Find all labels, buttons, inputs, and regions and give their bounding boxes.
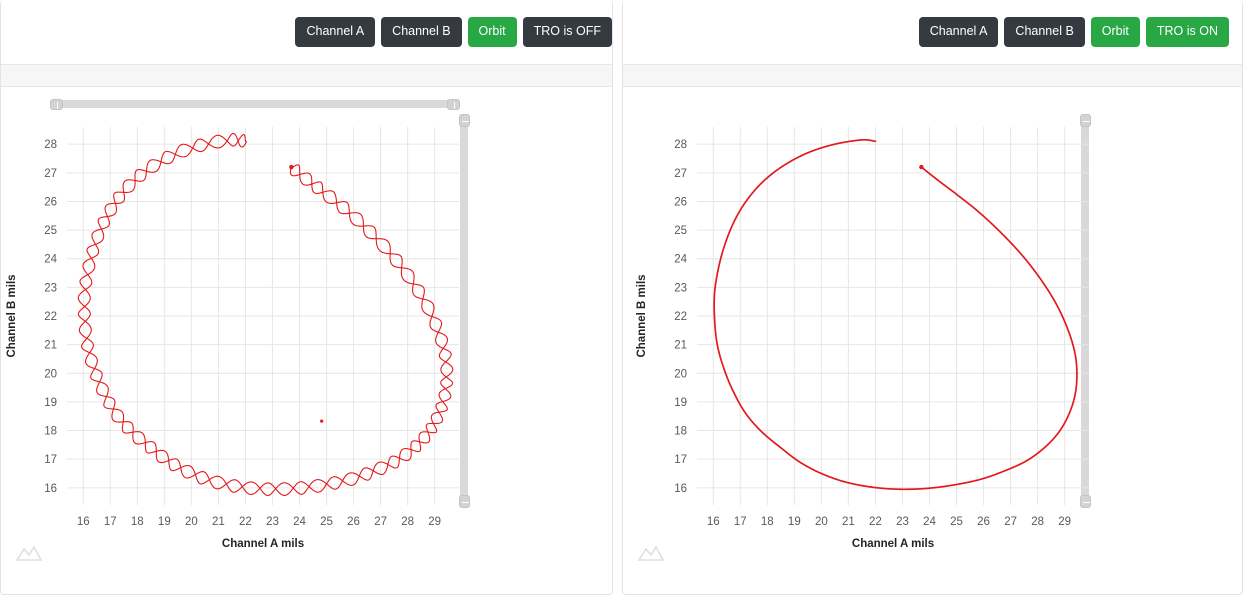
y-axis-title: Channel B mils [636,274,648,357]
x-tick-label: 17 [104,516,117,528]
button-group-right: Channel A Channel B Orbit TRO is ON [918,17,1229,47]
x-tick-label: 21 [212,516,225,528]
panel-tro-on: Channel A Channel B Orbit TRO is ON 16 17… [622,0,1243,595]
card-subheader-left [1,65,612,87]
y-tick-label: 28 [44,139,57,151]
x-tick-label: 16 [707,516,720,528]
y-axis-title: Channel B mils [6,274,18,357]
x-tick-label: 24 [923,516,936,528]
x-tick-label: 26 [347,516,360,528]
mountain-image-icon [15,542,49,567]
y-tick-label: 28 [674,139,687,151]
channel-b-button[interactable]: Channel B [381,17,462,47]
y-tick-label: 17 [44,454,57,466]
y-tick-label: 16 [44,483,57,495]
orbit-chart-right: 16 17 18 19 20 21 22 23 24 25 26 27 28 29 16 17 18 19 20 21… [623,109,1242,594]
x-range-slider-track[interactable] [51,100,459,108]
x-tick-label: 28 [1031,516,1044,528]
y-tick-label: 27 [44,168,57,180]
x-tick-label: 26 [977,516,990,528]
x-tick-label: 24 [293,516,306,528]
y-tick-label: 25 [44,225,57,237]
plot-card-left: 16 17 18 19 20 21 22 23 24 25 26 27 28 29 16 17 18 19 20 21… [1,87,612,594]
y-tick-label: 17 [674,454,687,466]
x-tick-label: 29 [428,516,441,528]
toolbar-left: Channel A Channel B Orbit TRO is OFF [1,0,612,65]
orbit-plot-svg-left: 16 17 18 19 20 21 22 23 24 25 26 27 28 29 16 17 18 19 20 21… [6,127,459,550]
y-tick-label: 26 [674,196,687,208]
y-tick-label: 22 [44,311,57,323]
card-subheader-right [623,65,1242,87]
tro-toggle-button[interactable]: TRO is OFF [522,17,612,47]
channel-a-button[interactable]: Channel A [918,17,999,47]
x-tick-label: 16 [77,516,90,528]
x-tick-label: 17 [734,516,747,528]
x-tick-label: 21 [842,516,855,528]
plot-card-right: 16 17 18 19 20 21 22 23 24 25 26 27 28 29 16 17 18 19 20 21… [623,87,1242,594]
x-axis-title: Channel A mils [222,538,304,550]
x-axis-title: Channel A mils [852,538,934,550]
orbit-start-marker [289,164,294,170]
x-tick-label: 20 [815,516,828,528]
x-range-slider-left[interactable] [50,99,460,110]
y-tick-label: 21 [44,340,57,352]
orbit-start-marker [919,164,924,170]
orbit-trace [77,132,454,497]
orbit-trace [713,138,1078,491]
y-tick-label: 27 [674,168,687,180]
orbit-chart-left: 16 17 18 19 20 21 22 23 24 25 26 27 28 29 16 17 18 19 20 21… [1,109,612,594]
y-tick-label: 18 [674,426,687,438]
x-tick-label: 19 [158,516,171,528]
x-tick-label: 23 [266,516,279,528]
y-tick-label: 24 [674,254,687,266]
y-tick-label: 20 [674,368,687,380]
tro-toggle-button[interactable]: TRO is ON [1145,17,1229,47]
orbit-button[interactable]: Orbit [467,17,517,47]
x-tick-label: 27 [374,516,387,528]
y-tick-label: 23 [674,282,687,294]
x-tick-label: 18 [761,516,774,528]
x-tick-label: 27 [1004,516,1017,528]
y-tick-label: 18 [44,426,57,438]
x-tick-label: 25 [320,516,333,528]
mountain-image-icon [637,542,671,567]
data-point-marker [320,419,324,423]
toolbar-right: Channel A Channel B Orbit TRO is ON [623,0,1242,65]
y-tick-label: 19 [674,397,687,409]
y-tick-label: 22 [674,311,687,323]
y-tick-label: 19 [44,397,57,409]
x-tick-label: 18 [131,516,144,528]
y-tick-label: 25 [674,225,687,237]
y-tick-label: 21 [674,340,687,352]
x-tick-label: 22 [869,516,882,528]
x-tick-label: 25 [950,516,963,528]
panel-tro-off: Channel A Channel B Orbit TRO is OFF 16 1… [0,0,613,595]
channel-a-button[interactable]: Channel A [295,17,376,47]
y-tick-label: 26 [44,196,57,208]
orbit-button[interactable]: Orbit [1090,17,1140,47]
orbit-comparison-app: Channel A Channel B Orbit TRO is OFF 16 1… [0,0,1243,595]
y-tick-label: 23 [44,282,57,294]
button-group-left: Channel A Channel B Orbit TRO is OFF [295,17,612,47]
y-tick-label: 20 [44,368,57,380]
x-tick-label: 23 [896,516,909,528]
y-tick-label: 24 [44,254,57,266]
x-tick-label: 28 [401,516,414,528]
x-tick-label: 22 [239,516,252,528]
x-tick-label: 19 [788,516,801,528]
y-tick-label: 16 [674,483,687,495]
x-tick-label: 29 [1058,516,1071,528]
x-tick-label: 20 [185,516,198,528]
orbit-plot-svg-right: 16 17 18 19 20 21 22 23 24 25 26 27 28 29 16 17 18 19 20 21… [636,127,1089,550]
channel-b-button[interactable]: Channel B [1004,17,1085,47]
